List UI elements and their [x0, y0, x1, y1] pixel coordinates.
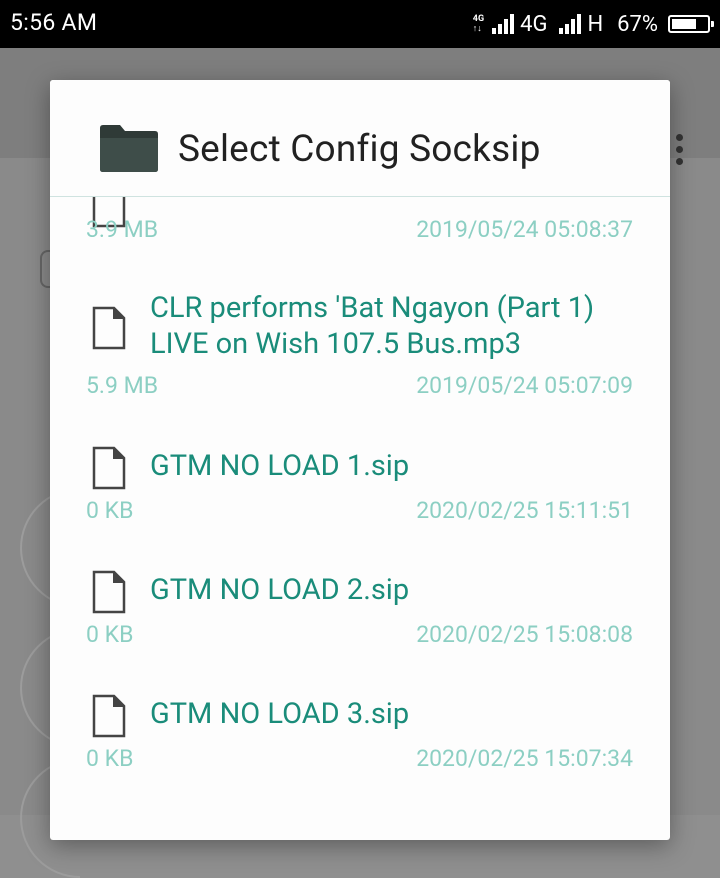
battery-icon [668, 15, 714, 33]
file-date: 2020/02/25 15:07:34 [416, 745, 633, 772]
dialog-title: Select Config Socksip [178, 128, 541, 171]
file-size: 0 KB [86, 497, 134, 524]
file-icon [92, 446, 126, 490]
file-date: 2019/05/24 05:07:09 [416, 372, 633, 399]
file-date: 2020/02/25 15:11:51 [416, 497, 633, 524]
file-name: CLR performs 'Bat Ngayon (Part 1) LIVE o… [150, 291, 595, 361]
file-size: 0 KB [86, 621, 134, 648]
network-type-1: 4G [520, 11, 548, 37]
status-icons: 4G ↑↓ 4G H 67% [472, 9, 714, 39]
file-date: 2019/05/24 05:08:37 [416, 216, 633, 243]
folder-icon [100, 125, 158, 172]
file-name: GTM NO LOAD 2.sip [150, 573, 410, 607]
file-icon [92, 306, 126, 350]
file-icon [92, 694, 126, 738]
overflow-menu-icon [676, 134, 684, 165]
clock: 5:56 AM [10, 9, 98, 36]
file-name: GTM NO LOAD 1.sip [150, 449, 410, 483]
file-size: 5.9 MB [86, 372, 159, 399]
file-size: 3.9 MB [86, 216, 159, 243]
signal-2-icon [559, 14, 582, 34]
file-name: GTM NO LOAD 3.sip [150, 697, 410, 731]
file-icon [92, 570, 126, 614]
data-activity-icon: 4G ↑↓ [472, 14, 485, 34]
file-picker-dialog: 3.9 MB 2019/05/24 05:08:37 CLR performs … [50, 80, 670, 840]
battery-percent: 67% [617, 11, 658, 37]
network-type-2: H [587, 11, 604, 37]
file-date: 2020/02/25 15:08:08 [416, 621, 633, 648]
status-bar: 5:56 AM 4G ↑↓ 4G H 67% [0, 0, 720, 48]
file-size: 0 KB [86, 745, 134, 772]
signal-1-icon [492, 14, 515, 34]
dialog-header: Select Config Socksip [50, 80, 670, 197]
